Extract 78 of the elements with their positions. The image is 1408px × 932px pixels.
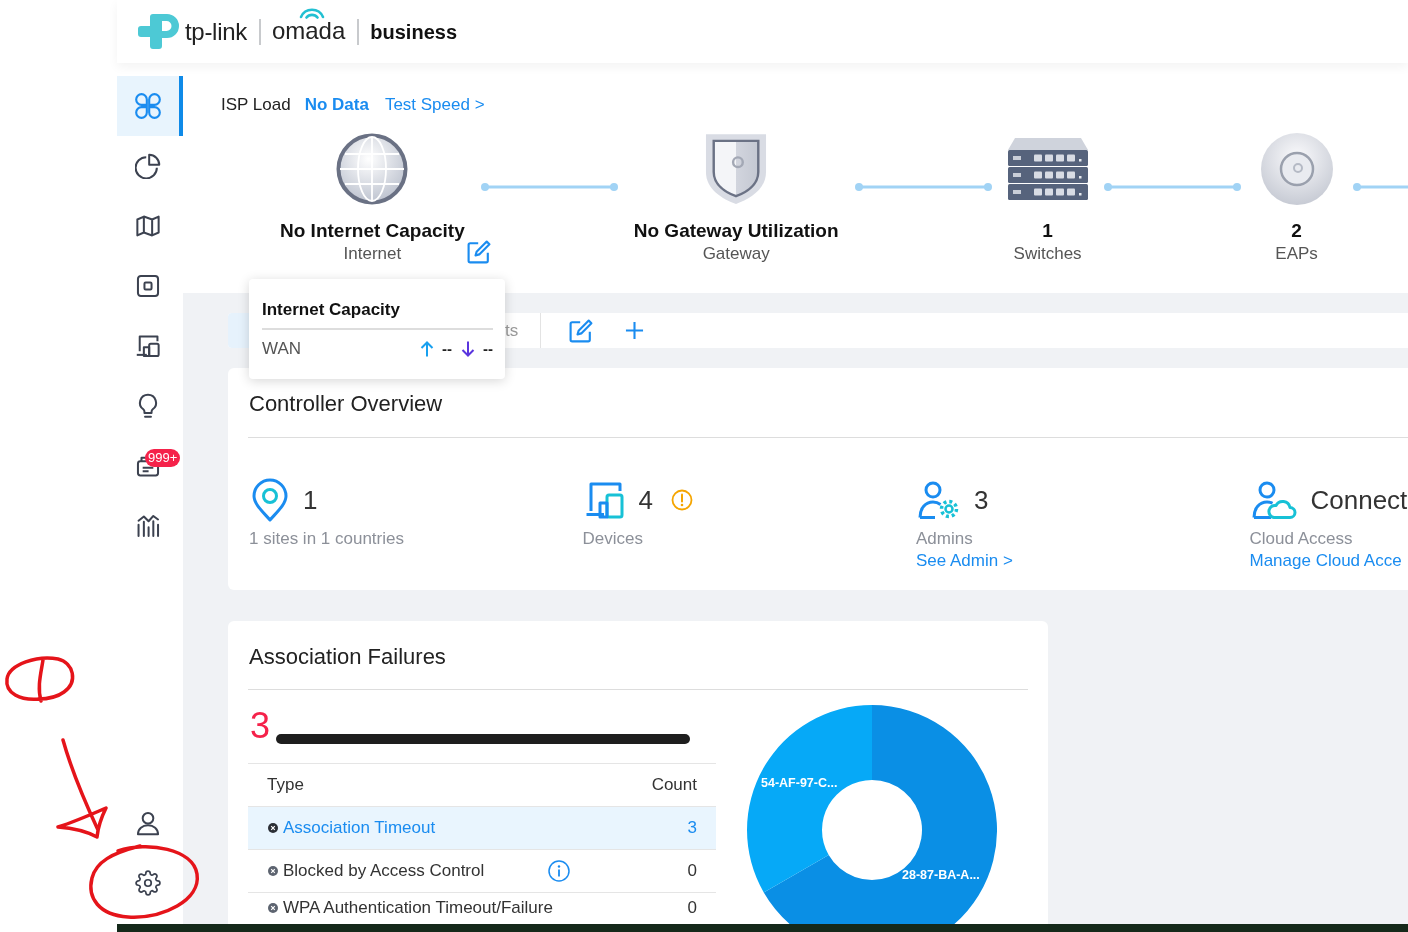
tooltip-title: Internet Capacity bbox=[262, 299, 401, 321]
stat-caption: Cloud Access bbox=[1249, 528, 1354, 550]
switch-stack-icon bbox=[1007, 138, 1088, 200]
map-icon bbox=[135, 213, 161, 239]
node-title: 1 bbox=[1042, 219, 1053, 243]
stat-value: 1 bbox=[303, 485, 318, 515]
table-row[interactable]: Blocked by Access Control 0 bbox=[248, 849, 716, 893]
failure-type: Association Timeout bbox=[283, 817, 436, 840]
user-gear-icon bbox=[918, 481, 960, 519]
stat-link[interactable]: See Admin > bbox=[916, 550, 1013, 572]
edit-icon bbox=[569, 318, 594, 343]
column-header: Count bbox=[588, 763, 716, 807]
stat-caption: Devices bbox=[582, 528, 644, 550]
stat-value: 3 bbox=[974, 485, 989, 515]
failure-count: 3 bbox=[588, 806, 716, 850]
info-icon[interactable] bbox=[548, 860, 570, 882]
scribble-mark bbox=[5, 656, 75, 703]
node-subtitle: Switches bbox=[1013, 243, 1082, 265]
user-icon bbox=[135, 810, 161, 836]
row-label: WAN bbox=[262, 338, 303, 360]
card-title: Association Failures bbox=[249, 644, 447, 670]
bar-chart-icon bbox=[135, 513, 161, 539]
slice-label: 28-87-BA-A... bbox=[902, 868, 980, 882]
failure-count: 0 bbox=[588, 849, 716, 893]
node-title: 2 bbox=[1291, 219, 1302, 243]
table-row[interactable]: WPA Authentication Timeout/Failure 0 bbox=[248, 892, 716, 923]
download-value: -- bbox=[483, 339, 493, 359]
failure-type: Blocked by Access Control bbox=[283, 860, 485, 883]
node-title: No Gateway Utilization bbox=[633, 219, 839, 243]
stat-value: 4 bbox=[638, 485, 653, 515]
notification-badge: 999+ bbox=[145, 449, 181, 467]
isp-load-value: No Data bbox=[304, 94, 369, 116]
logo-mark-icon bbox=[137, 13, 180, 50]
edit-icon bbox=[466, 240, 491, 264]
failure-total: 3 bbox=[250, 708, 271, 744]
devices-icon bbox=[584, 481, 625, 519]
edit-button[interactable] bbox=[569, 318, 594, 343]
up-arrow-icon bbox=[420, 341, 434, 357]
pie-chart-icon bbox=[135, 153, 161, 179]
edit-button[interactable] bbox=[466, 240, 491, 264]
shield-icon bbox=[705, 132, 768, 206]
stat-caption: 1 sites in 1 countries bbox=[249, 528, 405, 550]
user-cloud-icon bbox=[1251, 481, 1297, 519]
product-name: omada bbox=[271, 20, 346, 42]
node-subtitle: Gateway bbox=[702, 243, 770, 265]
table-row[interactable]: Association Timeout 3 bbox=[248, 806, 716, 850]
x-circle-icon bbox=[268, 902, 278, 913]
brand-name: tp-link bbox=[185, 17, 247, 46]
x-circle-icon bbox=[268, 866, 278, 876]
sidebar-item[interactable]: 999+ bbox=[117, 436, 183, 496]
devices-icon bbox=[135, 333, 161, 359]
node-subtitle: Internet bbox=[343, 243, 402, 265]
disc-device-icon bbox=[1260, 133, 1333, 205]
card-title: Controller Overview bbox=[249, 391, 444, 417]
failure-count: 0 bbox=[588, 892, 716, 923]
location-pin-icon bbox=[251, 478, 289, 522]
wifi-icon bbox=[298, 8, 325, 19]
test-speed-link[interactable]: Test Speed > bbox=[384, 94, 485, 116]
x-circle-icon bbox=[268, 823, 278, 833]
grid-icon bbox=[135, 93, 161, 119]
slice-label: 54-AF-97-C... bbox=[761, 776, 838, 790]
settings-icon bbox=[135, 870, 161, 896]
stat-link[interactable]: Manage Cloud Acce bbox=[1249, 550, 1402, 572]
stat-value: Connect bbox=[1310, 485, 1408, 515]
add-button[interactable] bbox=[625, 321, 645, 340]
square-icon bbox=[135, 273, 161, 299]
node-subtitle: EAPs bbox=[1275, 243, 1318, 265]
plus-icon bbox=[625, 321, 645, 340]
node-title: No Internet Capacity bbox=[280, 219, 465, 243]
upload-value: -- bbox=[442, 339, 452, 359]
down-arrow-icon bbox=[461, 341, 475, 357]
globe-icon bbox=[336, 133, 409, 205]
column-header: Type bbox=[248, 763, 588, 807]
edition-label: business bbox=[370, 19, 457, 45]
stat-caption: Admins bbox=[916, 528, 974, 550]
failure-type: WPA Authentication Timeout/Failure bbox=[283, 897, 553, 919]
tab[interactable]: ts bbox=[505, 313, 541, 348]
isp-load-label: ISP Load bbox=[221, 94, 291, 116]
